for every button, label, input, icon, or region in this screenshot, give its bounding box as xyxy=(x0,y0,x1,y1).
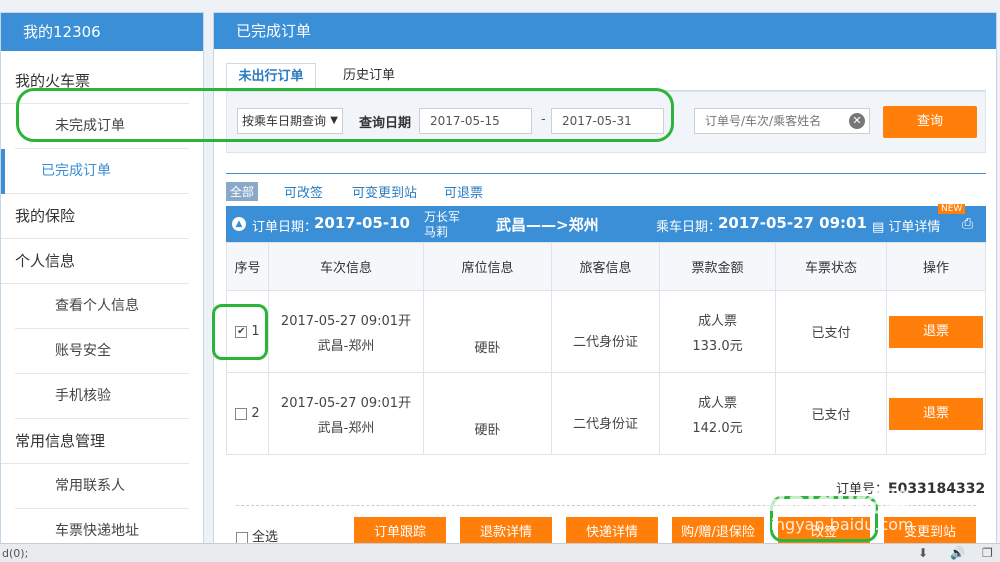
row-index-cell: 2 xyxy=(226,372,269,455)
filter-all[interactable]: 全部 xyxy=(226,182,259,201)
train-route: 武昌-郑州 xyxy=(317,420,375,436)
sidebar-section-personal[interactable]: 个人信息 xyxy=(1,239,189,284)
ticket-price: 142.0元 xyxy=(692,420,743,436)
ticket-status: 已支付 xyxy=(811,408,851,423)
row-highlight xyxy=(212,304,268,360)
print-icon[interactable]: ⎙ xyxy=(962,216,973,232)
seat-type: 硬卧 xyxy=(474,341,501,356)
ticket-type: 成人票 xyxy=(697,313,737,329)
col-header: 序号 xyxy=(226,242,269,291)
price-cell: 成人票 142.0元 xyxy=(659,372,776,455)
order-tabs: 未出行订单 历史订单 xyxy=(226,63,986,91)
seat-type: 硬卧 xyxy=(474,423,501,438)
refund-button[interactable]: 退票 xyxy=(889,315,983,348)
watermark-logo: Baidu经验 xyxy=(766,485,912,518)
status-cell: 已支付 xyxy=(775,290,887,373)
col-header: 车票状态 xyxy=(775,242,887,291)
collapse-icon[interactable]: ▲ xyxy=(232,217,246,231)
ticket-price: 133.0元 xyxy=(692,338,743,354)
status-bar: d(0); ⬇ 🔊 ❐ xyxy=(0,543,1000,562)
passenger-cell: 二代身份证 xyxy=(551,290,660,373)
sidebar-item-view-personal[interactable]: 查看个人信息 xyxy=(15,284,189,329)
col-header: 席位信息 xyxy=(423,242,552,291)
ticket-table: 序号 车次信息 席位信息 旅客信息 票款金额 车票状态 操作 ✔ 1 2017-0… xyxy=(226,242,986,455)
search-button[interactable]: 查询 xyxy=(883,106,977,138)
download-icon[interactable]: ⬇ xyxy=(918,546,928,560)
sidebar-item-finished-orders[interactable]: 已完成订单 xyxy=(1,149,189,194)
status-text: d(0); xyxy=(2,547,29,560)
table-row: ✔ 1 2017-05-27 09:01开 武昌-郑州 硬卧 二代身份证 成人票 13… xyxy=(226,290,986,373)
col-header: 操作 xyxy=(886,242,986,291)
ticket-status: 已支付 xyxy=(811,326,851,341)
keyword-placeholder: 订单号/车次/乘客姓名 xyxy=(705,114,822,128)
order-date: 2017-05-10 xyxy=(314,214,410,232)
select-all-checkbox[interactable] xyxy=(236,531,248,544)
sidebar-section-common-info[interactable]: 常用信息管理 xyxy=(1,419,189,464)
row-checkbox[interactable] xyxy=(235,407,248,420)
price-cell: 成人票 133.0元 xyxy=(659,290,776,373)
col-header: 车次信息 xyxy=(268,242,424,291)
depart-date: 2017-05-27 09:01 xyxy=(718,214,867,232)
refund-button[interactable]: 退票 xyxy=(889,397,983,430)
train-info-cell: 2017-05-27 09:01开 武昌-郑州 xyxy=(268,372,424,455)
order-header: ▲ 订单日期： 2017-05-10 万长军 马莉 武昌——>郑州 乘车日期： … xyxy=(226,204,986,242)
clear-icon[interactable]: ✕ xyxy=(849,113,865,129)
order-detail-label: 订单详情 xyxy=(888,220,941,235)
order-date-label: 订单日期： xyxy=(252,220,318,235)
watermark-url: jingyan.baidu.com xyxy=(766,515,914,534)
filter-changeable[interactable]: 可改签 xyxy=(284,182,323,201)
search-highlight xyxy=(16,88,674,142)
ticket-type: 成人票 xyxy=(697,395,737,411)
new-badge: NEW xyxy=(938,204,966,214)
passenger-id-type: 二代身份证 xyxy=(572,335,638,350)
order-detail-link[interactable]: ▤ 订单详情 xyxy=(872,216,940,235)
filter-refundable[interactable]: 可退票 xyxy=(444,182,483,201)
train-time: 2017-05-27 09:01开 xyxy=(280,395,412,411)
sidebar-section-insurance[interactable]: 我的保险 xyxy=(1,194,189,239)
window-icon[interactable]: ❐ xyxy=(982,546,993,560)
row-index: 2 xyxy=(251,406,260,421)
table-header-row: 序号 车次信息 席位信息 旅客信息 票款金额 车票状态 操作 xyxy=(226,242,986,291)
sidebar-item-contacts[interactable]: 常用联系人 xyxy=(15,464,189,509)
col-header: 票款金额 xyxy=(659,242,776,291)
sidebar-title: 我的12306 xyxy=(1,13,203,51)
action-cell: 退票 xyxy=(886,372,986,455)
sidebar-item-account-security[interactable]: 账号安全 xyxy=(15,329,189,374)
order-route: 武昌——>郑州 xyxy=(496,216,599,234)
tab-history-orders[interactable]: 历史订单 xyxy=(324,63,414,91)
order-filters: 全部 可改签 可变更到站 可退票 xyxy=(226,173,986,203)
seat-cell: 硬卧 xyxy=(423,372,552,455)
depart-date-label: 乘车日期： xyxy=(656,220,722,235)
col-header: 旅客信息 xyxy=(551,242,660,291)
action-cell: 退票 xyxy=(886,290,986,373)
passenger-name: 马莉 xyxy=(424,225,449,239)
status-cell: 已支付 xyxy=(775,372,887,455)
seat-cell: 硬卧 xyxy=(423,290,552,373)
passenger-cell: 二代身份证 xyxy=(551,372,660,455)
passenger-id-type: 二代身份证 xyxy=(572,417,638,432)
train-time: 2017-05-27 09:01开 xyxy=(280,313,412,329)
keyword-input[interactable]: 订单号/车次/乘客姓名 ✕ xyxy=(694,108,870,134)
filter-change-destination[interactable]: 可变更到站 xyxy=(352,182,417,201)
tab-upcoming-orders[interactable]: 未出行订单 xyxy=(226,63,316,91)
table-row: 2 2017-05-27 09:01开 武昌-郑州 硬卧 二代身份证 成人票 142… xyxy=(226,372,986,455)
train-route: 武昌-郑州 xyxy=(317,338,375,354)
sidebar-item-phone-verify[interactable]: 手机核验 xyxy=(15,374,189,419)
page-title: 已完成订单 xyxy=(214,13,996,49)
volume-icon[interactable]: 🔊 xyxy=(950,546,965,560)
train-info-cell: 2017-05-27 09:01开 武昌-郑州 xyxy=(268,290,424,373)
